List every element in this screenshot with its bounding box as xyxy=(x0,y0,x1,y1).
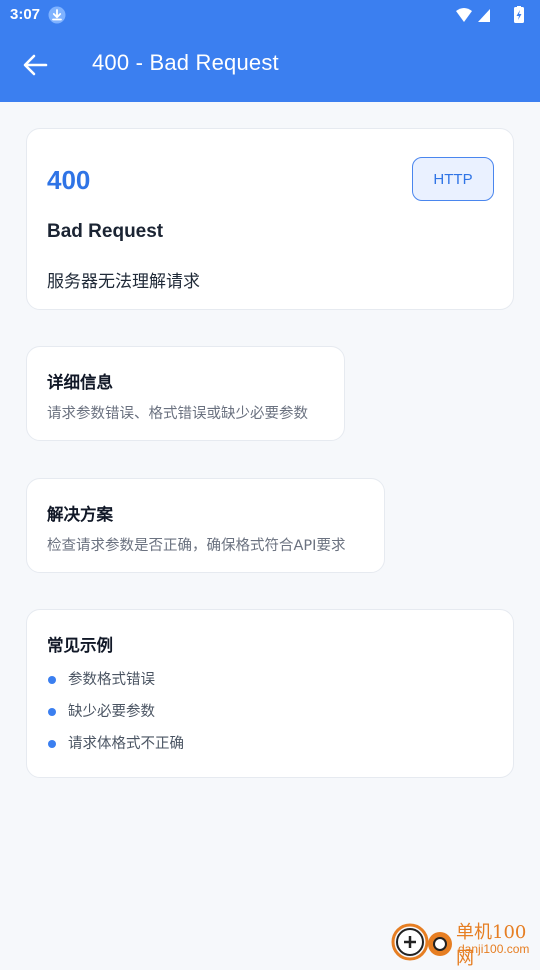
status-time: 3:07 xyxy=(10,6,41,23)
watermark: 单机100网 danji100.com xyxy=(388,912,540,969)
list-item-text: 请求体格式不正确 xyxy=(68,736,184,752)
solution-title: 解决方案 xyxy=(47,505,113,524)
examples-card: 常见示例 参数格式错误 缺少必要参数 请求体格式不正确 xyxy=(26,609,514,778)
bullet-dot xyxy=(48,740,56,748)
battery-icon xyxy=(514,6,524,23)
details-title: 详细信息 xyxy=(47,373,113,392)
signal-icons xyxy=(456,8,490,22)
watermark-url: danji100.com xyxy=(458,942,530,956)
details-card: 详细信息 请求参数错误、格式错误或缺少必要参数 xyxy=(26,346,345,441)
status-name: Bad Request xyxy=(47,221,164,242)
list-item-text: 缺少必要参数 xyxy=(68,704,155,720)
http-badge: HTTP xyxy=(412,157,494,201)
examples-title: 常见示例 xyxy=(47,636,113,655)
details-text: 请求参数错误、格式错误或缺少必要参数 xyxy=(47,406,308,422)
status-code: 400 xyxy=(47,165,91,195)
status-description: 服务器无法理解请求 xyxy=(47,272,200,292)
list-item: 参数格式错误 xyxy=(47,670,184,702)
bullet-dot xyxy=(48,708,56,716)
solution-text: 检查请求参数是否正确，确保格式符合API要求 xyxy=(47,538,346,554)
solution-card: 解决方案 检查请求参数是否正确，确保格式符合API要求 xyxy=(26,478,385,573)
bullet-dot xyxy=(48,676,56,684)
list-item: 请求体格式不正确 xyxy=(47,734,184,766)
status-bar: 3:07 xyxy=(0,0,540,30)
download-notification-icon xyxy=(48,6,66,24)
app-bar: 3:07 400 - Bad Request xyxy=(0,0,540,102)
back-arrow-icon[interactable] xyxy=(20,50,50,80)
watermark-logo-icon xyxy=(391,923,452,961)
list-item-text: 参数格式错误 xyxy=(68,672,155,688)
list-item: 缺少必要参数 xyxy=(47,702,184,734)
page-title: 400 - Bad Request xyxy=(92,50,279,75)
examples-list: 参数格式错误 缺少必要参数 请求体格式不正确 xyxy=(47,670,184,766)
status-code-card: 400 HTTP Bad Request 服务器无法理解请求 xyxy=(26,128,514,310)
